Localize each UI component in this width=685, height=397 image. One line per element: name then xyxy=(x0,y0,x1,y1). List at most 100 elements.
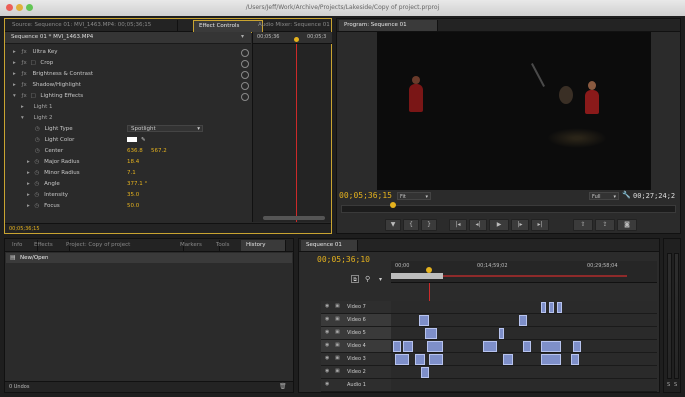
expand-arrow-icon[interactable]: ▸ xyxy=(21,104,24,110)
track-lane-audio-1[interactable] xyxy=(391,379,657,392)
reset-icon[interactable] xyxy=(241,82,249,90)
eye-icon[interactable]: ◉ xyxy=(325,355,329,361)
minimize-window-button[interactable] xyxy=(16,4,23,11)
clip[interactable] xyxy=(541,354,561,365)
tab-history[interactable]: History xyxy=(241,240,286,251)
close-window-button[interactable] xyxy=(6,4,13,11)
track-header[interactable]: ◉ Audio 1 xyxy=(321,379,391,392)
eye-icon[interactable]: ◉ xyxy=(325,329,329,335)
resolution-select[interactable]: Full ▾ xyxy=(589,192,619,200)
clip[interactable] xyxy=(393,341,401,352)
clip[interactable] xyxy=(503,354,513,365)
light-row-2[interactable]: ▾ Light 2 xyxy=(5,113,251,123)
major-radius-value[interactable]: 18.4 xyxy=(127,157,139,167)
collapse-arrow-icon[interactable]: ▾ xyxy=(13,93,16,99)
reset-icon[interactable] xyxy=(241,93,249,101)
clip[interactable] xyxy=(519,315,527,326)
eye-icon[interactable]: ◉ xyxy=(325,303,329,309)
zoom-window-button[interactable] xyxy=(26,4,33,11)
tab-project[interactable]: Project: Copy of project xyxy=(61,240,184,251)
trash-icon[interactable]: 🗑 xyxy=(279,383,287,390)
eye-icon[interactable]: ◉ xyxy=(325,342,329,348)
tab-program[interactable]: Program: Sequence 01 xyxy=(339,20,438,31)
expand-arrow-icon[interactable]: ▸ xyxy=(27,170,30,176)
track-header[interactable]: ◉ ▣ Video 5 xyxy=(321,327,391,340)
timeline-timecode[interactable]: 00;05;36;10 xyxy=(317,255,370,264)
minor-radius-value[interactable]: 7.1 xyxy=(127,168,136,178)
stopwatch-icon[interactable]: ◷ xyxy=(35,126,40,132)
expand-arrow-icon[interactable]: ▸ xyxy=(27,192,30,198)
marker-icon[interactable]: ⚲ xyxy=(365,275,370,283)
expand-arrow-icon[interactable]: ▸ xyxy=(13,71,16,77)
reset-icon[interactable] xyxy=(241,49,249,57)
mark-out-button[interactable]: } xyxy=(421,219,437,231)
clip[interactable] xyxy=(421,367,429,378)
track-lane-video-7[interactable] xyxy=(391,301,657,314)
track-lane-video-5[interactable] xyxy=(391,327,657,340)
center-x-value[interactable]: 636.8 xyxy=(127,146,143,156)
go-to-out-button[interactable]: ▸| xyxy=(531,219,549,231)
effect-row-ultra-key[interactable]: ▸ ƒx Ultra Key xyxy=(5,47,251,57)
effect-row-lighting-effects[interactable]: ▾ ƒx □ Lighting Effects xyxy=(5,91,251,101)
tab-source[interactable]: Source: Sequence 01: MVI_1463.MP4: 00;05… xyxy=(7,20,178,31)
clip[interactable] xyxy=(573,341,581,352)
lock-icon[interactable]: ▣ xyxy=(335,303,340,309)
focus-value[interactable]: 50.0 xyxy=(127,201,139,211)
history-item[interactable]: ▤ New/Open xyxy=(6,253,292,263)
stopwatch-icon[interactable]: ◷ xyxy=(35,137,40,143)
chevron-down-icon[interactable]: ▾ xyxy=(241,33,244,40)
solo-right-button[interactable]: S xyxy=(674,382,677,388)
clip[interactable] xyxy=(557,302,562,313)
clip[interactable] xyxy=(571,354,579,365)
lock-icon[interactable]: ▣ xyxy=(335,329,340,335)
lock-icon[interactable]: ▣ xyxy=(335,342,340,348)
expand-arrow-icon[interactable]: ▸ xyxy=(13,49,16,55)
program-scrub-bar[interactable] xyxy=(341,202,676,213)
color-swatch[interactable] xyxy=(127,137,137,142)
track-header[interactable]: ◉ ▣ Video 7 xyxy=(321,301,391,314)
effect-row-crop[interactable]: ▸ ƒx □ Crop xyxy=(5,58,251,68)
reset-icon[interactable] xyxy=(241,60,249,68)
fx-icon[interactable]: ƒx xyxy=(22,82,27,88)
playhead-marker[interactable] xyxy=(294,37,299,42)
collapse-arrow-icon[interactable]: ▾ xyxy=(21,115,24,121)
track-header[interactable]: ◉ ▣ Video 6 xyxy=(321,314,391,327)
fx-icon[interactable]: ƒx xyxy=(22,60,27,66)
expand-arrow-icon[interactable]: ▸ xyxy=(13,60,16,66)
stopwatch-icon[interactable]: ◷ xyxy=(35,170,40,176)
light-row-1[interactable]: ▸ Light 1 xyxy=(5,102,251,112)
clip[interactable] xyxy=(483,341,497,352)
playhead-marker[interactable] xyxy=(390,202,396,208)
lock-icon[interactable]: ▣ xyxy=(335,316,340,322)
stopwatch-icon[interactable]: ◷ xyxy=(35,203,40,209)
go-to-in-button[interactable]: |◂ xyxy=(449,219,467,231)
clip[interactable] xyxy=(425,328,437,339)
playhead-marker[interactable] xyxy=(426,267,432,273)
mini-ruler[interactable]: 00;05;36 00;05;3 xyxy=(253,32,332,44)
track-lane-video-3[interactable] xyxy=(391,353,657,366)
intensity-value[interactable]: 35.0 xyxy=(127,190,139,200)
eyedropper-icon[interactable]: ✎ xyxy=(141,135,146,145)
track-header[interactable]: ◉ ▣ Video 3 xyxy=(321,353,391,366)
add-marker-button[interactable]: ▼ xyxy=(385,219,401,231)
expand-arrow-icon[interactable]: ▸ xyxy=(27,181,30,187)
stopwatch-icon[interactable]: ◷ xyxy=(35,148,40,154)
eye-icon[interactable]: ◉ xyxy=(325,368,329,374)
clip[interactable] xyxy=(415,354,425,365)
stopwatch-icon[interactable]: ◷ xyxy=(35,181,40,187)
work-area-bar[interactable] xyxy=(391,273,443,279)
program-video-frame[interactable] xyxy=(377,32,651,190)
light-type-dropdown[interactable]: Spotlight ▾ xyxy=(127,125,203,132)
lock-icon[interactable]: ▣ xyxy=(335,368,340,374)
track-lane-video-4[interactable] xyxy=(391,340,657,353)
stopwatch-icon[interactable]: ◷ xyxy=(35,192,40,198)
tab-audio-mixer[interactable]: Audio Mixer: Sequence 01 xyxy=(253,20,340,31)
effect-row-brightness-contrast[interactable]: ▸ ƒx Brightness & Contrast xyxy=(5,69,251,79)
add-marker-icon[interactable]: ▾ xyxy=(379,276,382,283)
tab-sequence[interactable]: Sequence 01 xyxy=(301,240,358,251)
clip[interactable] xyxy=(427,341,443,352)
program-current-timecode[interactable]: 00;05;36;15 xyxy=(339,191,392,200)
track-lane-video-6[interactable] xyxy=(391,314,657,327)
wrench-icon[interactable]: 🔧 xyxy=(622,191,631,199)
fx-icon[interactable]: ƒx xyxy=(22,93,27,99)
